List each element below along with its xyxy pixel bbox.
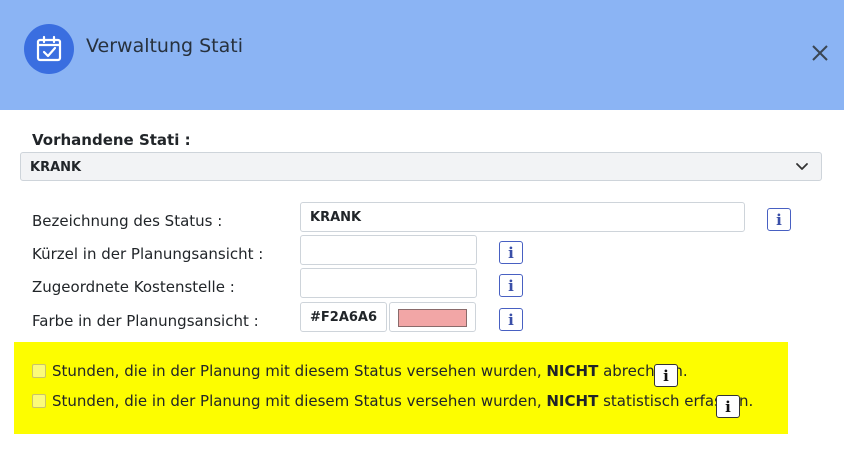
close-icon [812,45,828,61]
status-select-value: KRANK [30,160,82,175]
no-billing-checkbox[interactable] [32,364,46,378]
info-icon: i [508,310,514,329]
no-billing-info-button[interactable]: i [654,364,678,387]
status-select[interactable]: KRANK [20,152,822,181]
no-billing-label: Stunden, die in der Planung mit diesem S… [52,362,688,380]
existing-status-label: Vorhandene Stati : [32,131,191,149]
info-icon: i [776,210,782,229]
status-name-info-button[interactable]: i [767,208,791,231]
info-icon: i [508,276,514,295]
dialog-header: Verwaltung Stati [0,0,844,110]
status-name-label: Bezeichnung des Status : [32,212,223,230]
close-button[interactable] [808,41,832,65]
info-icon: i [663,366,669,385]
short-code-label: Kürzel in der Planungsansicht : [32,245,264,263]
color-picker[interactable] [389,302,476,332]
color-hex-input[interactable] [300,302,387,332]
cost-center-input[interactable] [300,268,477,298]
chevron-down-icon [796,163,808,170]
no-billing-option: Stunden, die in der Planung mit diesem S… [32,362,688,380]
cost-center-info-button[interactable]: i [499,274,523,297]
status-name-input[interactable] [300,202,745,232]
cost-center-label: Zugeordnete Kostenstelle : [32,278,235,296]
no-stats-label: Stunden, die in der Planung mit diesem S… [52,392,754,410]
color-info-button[interactable]: i [499,308,523,331]
info-icon: i [508,243,514,262]
no-stats-option: Stunden, die in der Planung mit diesem S… [32,392,753,410]
options-panel [14,342,788,434]
color-swatch [398,309,467,327]
no-stats-info-button[interactable]: i [716,395,740,418]
short-code-input[interactable] [300,235,477,265]
dialog-title: Verwaltung Stati [86,35,244,57]
short-code-info-button[interactable]: i [499,241,523,264]
calendar-check-icon [24,24,74,74]
info-icon: i [725,397,731,416]
no-stats-checkbox[interactable] [32,394,46,408]
color-label: Farbe in der Planungsansicht : [32,312,259,330]
